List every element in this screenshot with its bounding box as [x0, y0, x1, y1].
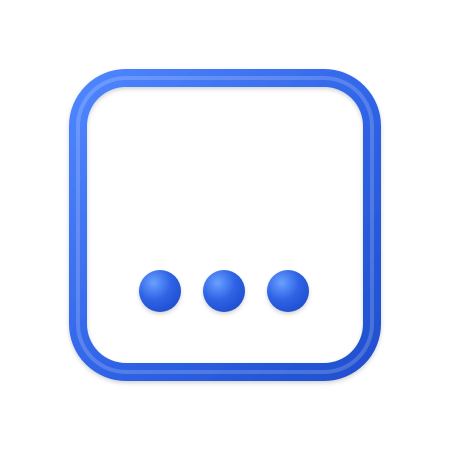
dot-middle: [203, 270, 245, 312]
dot-right: [267, 270, 309, 312]
icon-canvas: [0, 0, 450, 450]
square-outline: [69, 69, 381, 381]
dot-left: [139, 270, 181, 312]
square-outline-highlight: [76, 76, 374, 374]
more-options-square-icon: [69, 69, 381, 381]
